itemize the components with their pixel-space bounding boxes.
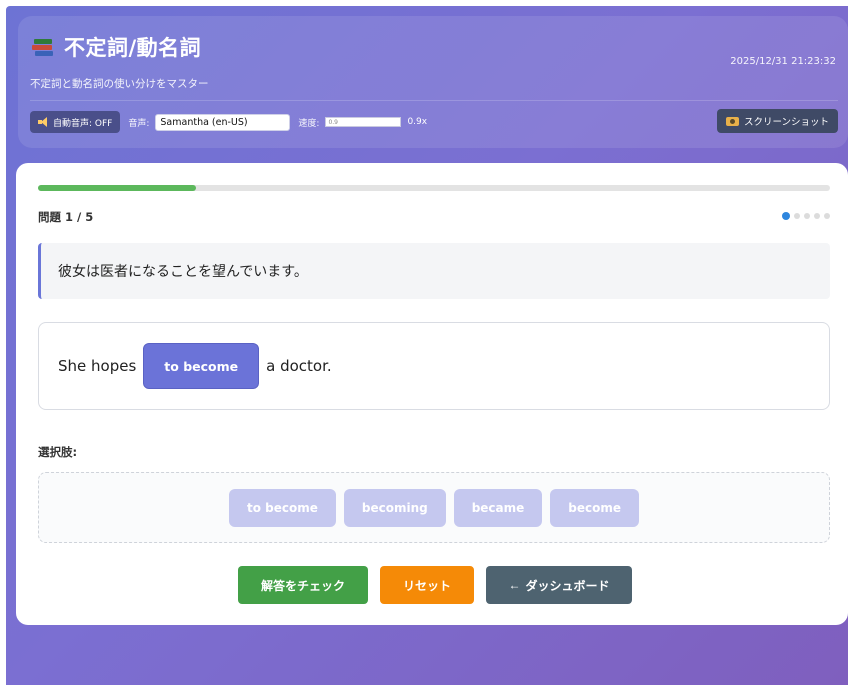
voice-select[interactable]: Samantha (en-US)	[155, 113, 291, 131]
progress-bar	[38, 185, 830, 191]
auto-audio-toggle[interactable]: 自動音声: OFF	[30, 111, 121, 133]
page-subtitle: 不定詞と動名詞の使い分けをマスター	[30, 78, 209, 90]
question-dot-active	[782, 212, 790, 220]
voice-value: Samantha (en-US)	[160, 116, 248, 128]
question-dot	[794, 213, 800, 219]
dashboard-label: ダッシュボード	[525, 578, 610, 593]
progress-fill	[38, 185, 197, 191]
speaker-icon	[38, 117, 48, 127]
app-header: 不定詞/動名詞 不定詞と動名詞の使い分けをマスター 2025/12/31 21:…	[18, 16, 848, 148]
option-label: become	[568, 500, 622, 515]
audio-controls: 自動音声: OFF 音声: Samantha (en-US) 速度: 0.9 0…	[30, 111, 427, 133]
dashboard-button[interactable]: ← ダッシュボード	[486, 566, 632, 604]
placed-answer-label: to become	[164, 358, 239, 374]
prompt-box: 彼女は医者になることを望んでいます。	[38, 243, 830, 299]
arrow-left-icon: ←	[508, 578, 521, 592]
camera-icon	[725, 116, 739, 126]
question-dot	[824, 213, 830, 219]
sentence-after: a doctor.	[266, 357, 332, 375]
option-chip[interactable]: to become	[228, 488, 336, 527]
option-label: became	[471, 500, 525, 515]
header-divider	[30, 100, 838, 101]
screenshot-button[interactable]: スクリーンショット	[716, 109, 838, 133]
page-title: 不定詞/動名詞	[64, 36, 202, 60]
placed-answer-chip[interactable]: to become	[143, 343, 260, 389]
option-chip[interactable]: become	[550, 488, 640, 527]
speed-input[interactable]: 0.9	[325, 117, 402, 127]
speed-label: 速度:	[298, 118, 320, 129]
auto-audio-label: 自動音声: OFF	[53, 118, 113, 129]
option-label: becoming	[361, 500, 428, 515]
prompt-text: 彼女は医者になることを望んでいます。	[58, 264, 308, 280]
question-counter: 問題 1 / 5	[38, 210, 94, 224]
speed-value: 0.9x	[407, 117, 428, 127]
question-dot	[804, 213, 810, 219]
title-row: 不定詞/動名詞	[32, 32, 201, 62]
screenshot-label: スクリーンショット	[743, 117, 829, 128]
speed-input-value: 0.9	[328, 118, 338, 126]
question-dot	[814, 213, 820, 219]
sentence-before: She hopes	[58, 357, 137, 375]
answer-sentence[interactable]: She hopes to become a doctor.	[38, 322, 830, 410]
action-buttons: 解答をチェック リセット ← ダッシュボード	[238, 566, 632, 604]
books-icon	[32, 36, 56, 58]
option-label: to become	[246, 500, 318, 515]
options-area: to become becoming became become	[38, 472, 830, 543]
datetime: 2025/12/31 21:23:32	[730, 56, 836, 67]
check-answer-button[interactable]: 解答をチェック	[238, 566, 368, 604]
voice-label: 音声:	[128, 118, 150, 129]
reset-button[interactable]: リセット	[380, 566, 474, 604]
question-dots	[782, 212, 830, 220]
options-label: 選択肢:	[38, 445, 78, 459]
option-chip[interactable]: became	[453, 488, 543, 527]
quiz-card: 問題 1 / 5 彼女は医者になることを望んでいます。 She hopes to…	[16, 163, 848, 625]
option-chip[interactable]: becoming	[343, 488, 446, 527]
